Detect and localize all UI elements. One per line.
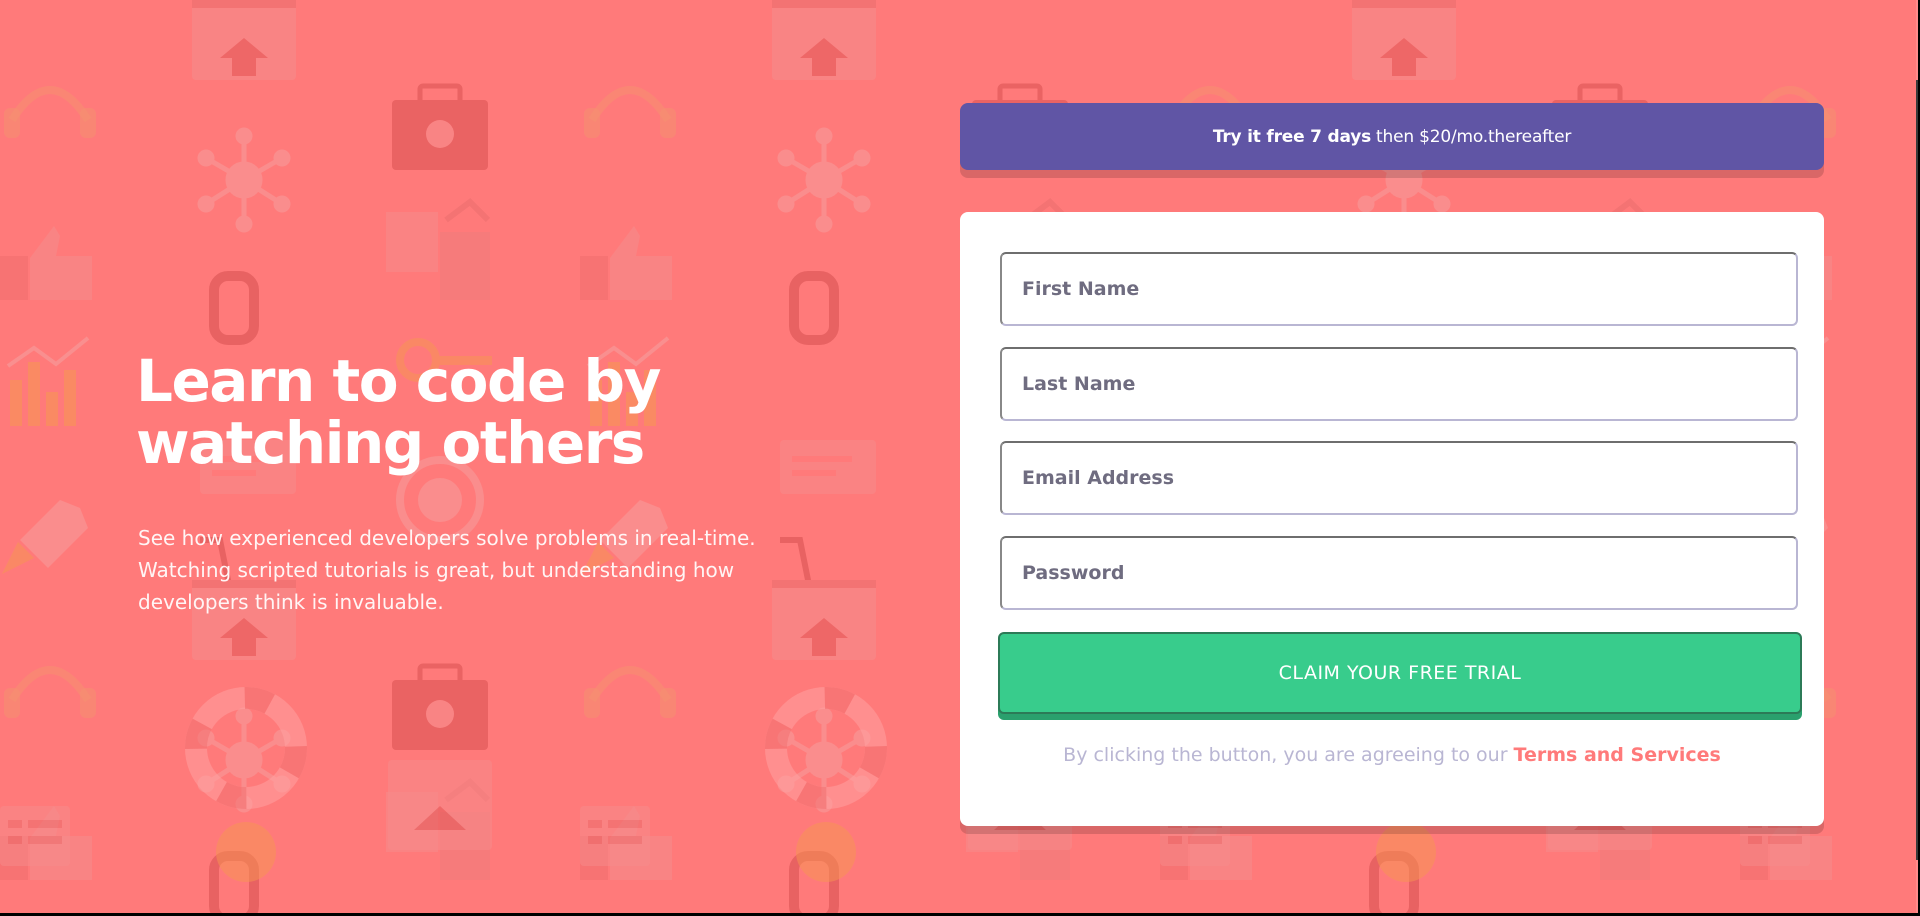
first-name-field[interactable] — [1000, 252, 1798, 326]
claim-free-trial-label: CLAIM YOUR FREE TRIAL — [1278, 662, 1522, 684]
page-scrollbar-thumb[interactable] — [1916, 80, 1918, 860]
last-name-input[interactable] — [1022, 349, 1796, 419]
terms-and-services-link[interactable]: Terms and Services — [1514, 744, 1721, 766]
offer-rest-text: then $20/mo.thereafter — [1376, 126, 1572, 147]
claim-free-trial-button[interactable]: CLAIM YOUR FREE TRIAL — [998, 632, 1802, 714]
offer-bold-text: Try it free 7 days — [1212, 126, 1372, 147]
hero-description: See how experienced developers solve pro… — [138, 526, 756, 614]
landing-page: Learn to code by watching others See how… — [0, 0, 1918, 913]
password-field[interactable] — [1000, 536, 1798, 610]
password-input[interactable] — [1022, 538, 1796, 608]
page-scrollbar-track[interactable] — [1916, 0, 1918, 913]
trial-offer-banner: Try it free 7 days then $20/mo.thereafte… — [960, 103, 1824, 170]
signup-form-card: CLAIM YOUR FREE TRIAL By clicking the bu… — [960, 212, 1824, 826]
email-input[interactable] — [1022, 443, 1796, 513]
hero-section: Learn to code by watching others See how… — [136, 350, 816, 618]
first-name-input[interactable] — [1022, 254, 1796, 324]
email-field[interactable] — [1000, 441, 1798, 515]
hero-title: Learn to code by watching others — [136, 347, 661, 477]
last-name-field[interactable] — [1000, 347, 1798, 421]
terms-notice-text: By clicking the button, you are agreeing… — [1063, 744, 1508, 766]
terms-notice: By clicking the button, you are agreeing… — [960, 744, 1824, 766]
